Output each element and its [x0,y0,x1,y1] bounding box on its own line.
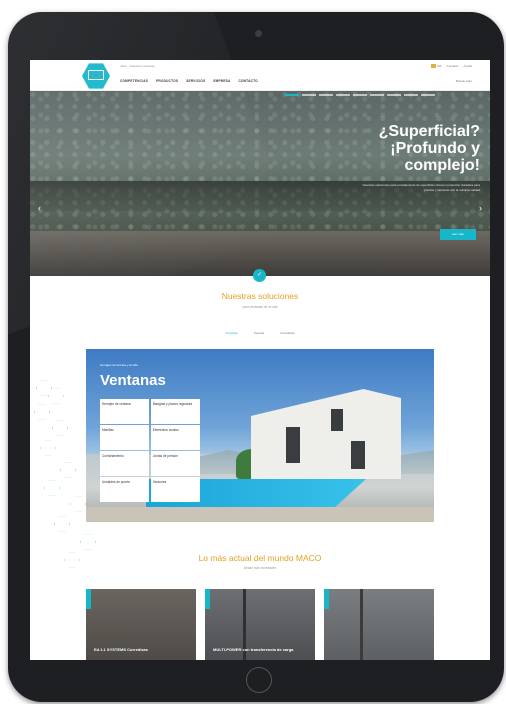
deck [86,507,434,522]
house-image [251,389,401,479]
contact-link[interactable]: Contacto [447,64,459,68]
category-confort[interactable]: Confortamiento [100,451,150,476]
news-title: Lo más actual del mundo MACO [198,553,322,563]
card-tag [86,589,91,609]
news-card-title: MULTI-POWER con transferencia de carga [213,647,294,652]
windows-title: Ventanas [100,372,166,389]
hero-banner: ¿Superficial? ¡Profundo y complejo! Nues… [30,91,490,276]
logo-icon[interactable] [82,63,110,89]
scroll-down-icon[interactable]: ✓ [253,269,266,282]
house-window [351,441,365,469]
nav-item-servicios[interactable]: SERVICIOS [186,79,205,83]
nav-item-productos[interactable]: PRODUCTOS [156,79,178,83]
solutions-title: Nuestras soluciones [221,291,299,301]
category-sensores[interactable]: Sensores [150,477,200,502]
hero-text: Nuestras soluciones para el tratamiento … [362,183,480,192]
next-slide-icon[interactable]: › [479,203,482,213]
search-field[interactable]: Buscar aquí [456,79,472,83]
card-tag [324,589,329,609]
solutions-tabs: Ventanas Puertas Corredizas [30,331,490,335]
flag-icon [430,64,436,69]
breadcrumb[interactable]: Inicio · Nuestros ventanas [120,64,155,68]
house-window [331,409,343,431]
card-tag [205,589,210,609]
solutions-subtitle: para ventanas de la vida [242,305,278,309]
top-bar: Inicio · Nuestros ventanas COMPETENCIAS … [30,60,490,91]
windows-category-grid: Herrajes de ventana Bisagras y planos re… [100,399,200,502]
nav-item-competencias[interactable]: COMPETENCIAS [120,79,148,83]
windows-eyebrow: Herrajes de la línea y la vida [100,363,138,367]
help-link[interactable]: Ayuda [464,64,472,68]
nav-item-contacto[interactable]: CONTACTO [238,79,257,83]
news-card-title: Ed.1.1 SYSTEMS Corredizas [94,647,148,652]
prev-slide-icon[interactable]: ‹ [38,203,41,213]
news-card[interactable] [324,589,434,660]
utility-links: ES Contacto Ayuda [430,64,472,69]
windows-feature-panel: Herrajes de la línea y la vida Ventanas … [86,349,434,522]
category-manillas[interactable]: Manillas [100,425,150,450]
category-unidades[interactable]: Unidades de puerta [100,477,150,502]
tab-puertas[interactable]: Puertas [254,331,264,335]
nav-item-empresa[interactable]: EMPRESA [213,79,230,83]
main-nav: COMPETENCIAS PRODUCTOS SERVICIOS EMPRESA… [120,79,258,83]
camera-icon [255,30,262,37]
card-image [360,589,363,660]
home-button[interactable] [246,667,272,693]
tab-corredizas[interactable]: Corredizas [280,331,295,335]
news-subtitle: Desde más novedades [243,566,277,570]
news-card[interactable]: Ed.1.1 SYSTEMS Corredizas [86,589,196,660]
read-more-button[interactable]: leer más [440,229,476,240]
news-card[interactable]: MULTI-POWER con transferencia de carga [205,589,315,660]
slider-dots[interactable] [285,94,435,96]
tab-ventanas[interactable]: Ventanas [225,331,238,335]
house-window [286,427,300,463]
category-bisagras[interactable]: Bisagras y planos regulares [150,399,200,424]
category-herrajes[interactable]: Herrajes de ventana [100,399,150,424]
language-link[interactable]: ES [430,64,442,69]
category-juntas[interactable]: Juntas de presión [150,451,200,476]
category-ocultos[interactable]: Elementos ocultos [150,425,200,450]
hero-title: ¿Superficial? ¡Profundo y complejo! [378,123,480,174]
screen: Inicio · Nuestros ventanas COMPETENCIAS … [30,60,490,660]
